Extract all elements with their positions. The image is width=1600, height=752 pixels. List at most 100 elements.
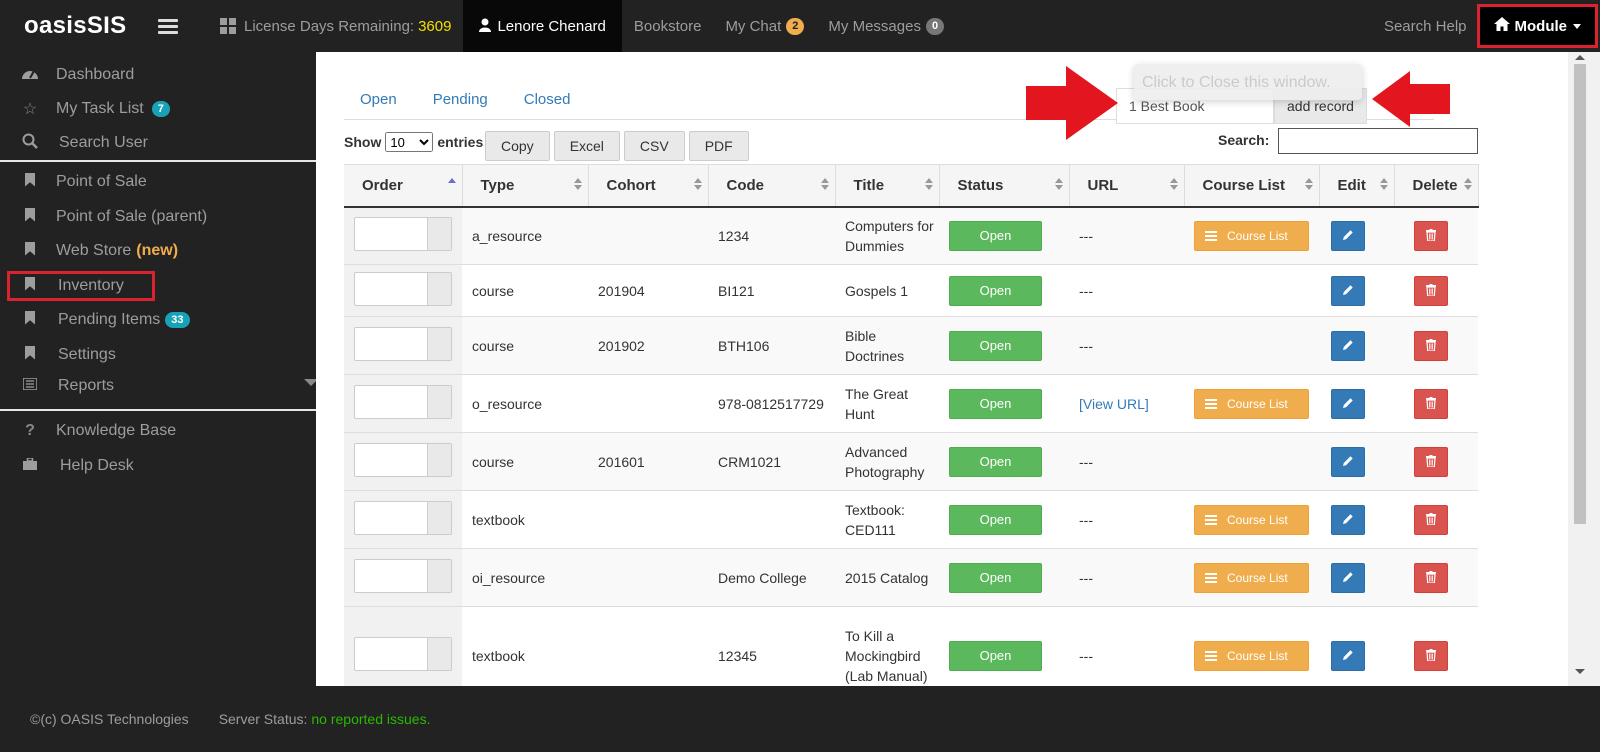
edit-button[interactable]: [1331, 446, 1365, 477]
excel-button[interactable]: Excel: [553, 131, 620, 161]
sidebar-item-pending-items[interactable]: Pending Items 33: [0, 304, 316, 336]
nav-my-chat[interactable]: My Chat 2: [713, 0, 816, 52]
vertical-scrollbar[interactable]: [1568, 52, 1600, 686]
close-window-tooltip[interactable]: Click to Close this window.: [1134, 64, 1362, 100]
delete-button[interactable]: [1414, 275, 1448, 306]
copy-button[interactable]: Copy: [485, 131, 550, 161]
new-badge: (new): [136, 242, 179, 259]
sidebar-item-search-user[interactable]: Search User: [0, 127, 316, 159]
sidebar-item-dashboard[interactable]: Dashboard: [0, 59, 316, 91]
order-input[interactable]: [354, 636, 452, 671]
status-open-button[interactable]: Open: [949, 504, 1042, 535]
order-input[interactable]: [354, 500, 452, 535]
edit-button[interactable]: [1331, 388, 1365, 419]
user-menu[interactable]: Lenore Chenard: [463, 0, 622, 52]
sidebar-item-point-of-sale-parent[interactable]: Point of Sale (parent): [0, 201, 316, 233]
tab-pending[interactable]: Pending: [413, 78, 504, 119]
column-header-status[interactable]: Status: [939, 164, 1070, 208]
tab-open[interactable]: Open: [344, 78, 413, 119]
order-input[interactable]: [354, 384, 452, 419]
sidebar-item-knowledge-base[interactable]: ? Knowledge Base: [0, 415, 316, 447]
edit-button[interactable]: [1331, 330, 1365, 361]
nav-bookstore[interactable]: Bookstore: [622, 0, 714, 52]
column-header-title[interactable]: Title: [835, 164, 940, 208]
order-input[interactable]: [354, 216, 452, 251]
scroll-up-icon[interactable]: [1575, 55, 1585, 60]
sidebar: Dashboard ☆ My Task List 7 Search User P…: [0, 52, 318, 686]
order-input[interactable]: [354, 442, 452, 477]
trash-icon: [1426, 646, 1436, 666]
sidebar-item-task-list[interactable]: ☆ My Task List 7: [0, 93, 316, 125]
delete-button[interactable]: [1414, 220, 1448, 251]
sidebar-item-web-store[interactable]: Web Store (new): [0, 235, 316, 267]
sidebar-item-help-desk[interactable]: Help Desk: [0, 450, 316, 482]
module-dropdown-button[interactable]: Module: [1476, 4, 1598, 48]
delete-button[interactable]: [1414, 504, 1448, 535]
course-list-button[interactable]: Course List: [1194, 640, 1309, 671]
delete-button[interactable]: [1414, 388, 1448, 419]
column-header-course-list[interactable]: Course List: [1184, 164, 1320, 208]
order-input[interactable]: [354, 271, 452, 306]
tab-closed[interactable]: Closed: [504, 78, 587, 119]
column-header-order[interactable]: Order: [344, 164, 463, 208]
edit-button[interactable]: [1331, 640, 1365, 671]
title-cell: Computers for Dummies: [835, 206, 939, 265]
status-open-button[interactable]: Open: [949, 562, 1042, 593]
course-list-button[interactable]: Course List: [1194, 220, 1309, 251]
search-input[interactable]: [1278, 128, 1478, 154]
status-open-button[interactable]: Open: [949, 330, 1042, 361]
scroll-down-icon[interactable]: [1575, 669, 1585, 674]
course-list-button[interactable]: Course List: [1194, 562, 1309, 593]
column-header-type[interactable]: Type: [462, 164, 589, 208]
sidebar-item-point-of-sale[interactable]: Point of Sale: [0, 166, 316, 198]
edit-button[interactable]: [1331, 220, 1365, 251]
status-open-button[interactable]: Open: [949, 220, 1042, 251]
home-icon: [1493, 17, 1510, 35]
brand-logo[interactable]: oasisSIS: [0, 12, 150, 40]
delete-button[interactable]: [1414, 446, 1448, 477]
course-list-button[interactable]: Course List: [1194, 504, 1309, 535]
delete-button[interactable]: [1414, 330, 1448, 361]
grid-icon: [220, 18, 236, 34]
column-header-edit[interactable]: Edit: [1319, 164, 1395, 208]
table-row: course 201601 CRM1021 Advanced Photography O…: [344, 432, 1478, 491]
column-header-code[interactable]: Code: [708, 164, 836, 208]
status-open-button[interactable]: Open: [949, 640, 1042, 671]
delete-button[interactable]: [1414, 562, 1448, 593]
status-open-button[interactable]: Open: [949, 275, 1042, 306]
url-link: ---: [1079, 647, 1093, 664]
order-cell: [344, 316, 462, 375]
delete-button[interactable]: [1414, 640, 1448, 671]
url-cell: ---: [1069, 206, 1184, 265]
url-link[interactable]: [View URL]: [1079, 396, 1149, 412]
search-icon: [20, 133, 40, 154]
type-cell: textbook: [462, 490, 588, 549]
order-input[interactable]: [354, 558, 452, 593]
column-header-url[interactable]: URL: [1069, 164, 1185, 208]
sidebar-item-reports[interactable]: Reports: [0, 370, 316, 402]
hamburger-menu-icon[interactable]: [158, 16, 178, 37]
order-cell: [344, 264, 462, 317]
nav-search-help[interactable]: Search Help: [1372, 0, 1477, 52]
column-header-cohort[interactable]: Cohort: [588, 164, 709, 208]
list-icon: [1205, 229, 1217, 243]
status-open-button[interactable]: Open: [949, 388, 1042, 419]
pencil-icon: [1342, 281, 1354, 301]
column-header-delete[interactable]: Delete: [1394, 164, 1479, 208]
order-input[interactable]: [354, 326, 452, 361]
edit-button[interactable]: [1331, 275, 1365, 306]
course-list-button[interactable]: Course List: [1194, 388, 1309, 419]
scrollbar-thumb[interactable]: [1574, 64, 1586, 524]
status-open-button[interactable]: Open: [949, 446, 1042, 477]
nav-my-messages[interactable]: My Messages 0: [816, 0, 956, 52]
csv-button[interactable]: CSV: [623, 131, 685, 161]
code-cell: 1234: [708, 206, 835, 265]
url-link: ---: [1079, 282, 1093, 299]
edit-button[interactable]: [1331, 562, 1365, 593]
course-list-cell: Course List: [1184, 548, 1319, 607]
page-size-select[interactable]: 10: [385, 132, 434, 152]
sidebar-item-inventory[interactable]: Inventory: [0, 270, 316, 302]
pdf-button[interactable]: PDF: [688, 131, 749, 161]
sidebar-item-settings[interactable]: Settings: [0, 339, 316, 371]
edit-button[interactable]: [1331, 504, 1365, 535]
